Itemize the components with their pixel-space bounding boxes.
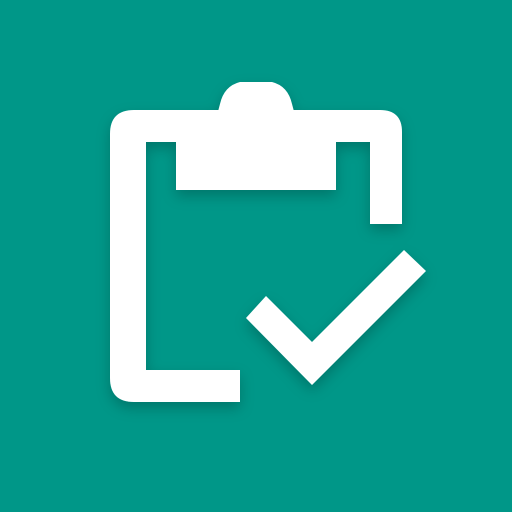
clipboard-check-icon	[110, 82, 426, 402]
checkmark-shape	[246, 250, 426, 385]
app-icon-tile	[0, 0, 512, 512]
